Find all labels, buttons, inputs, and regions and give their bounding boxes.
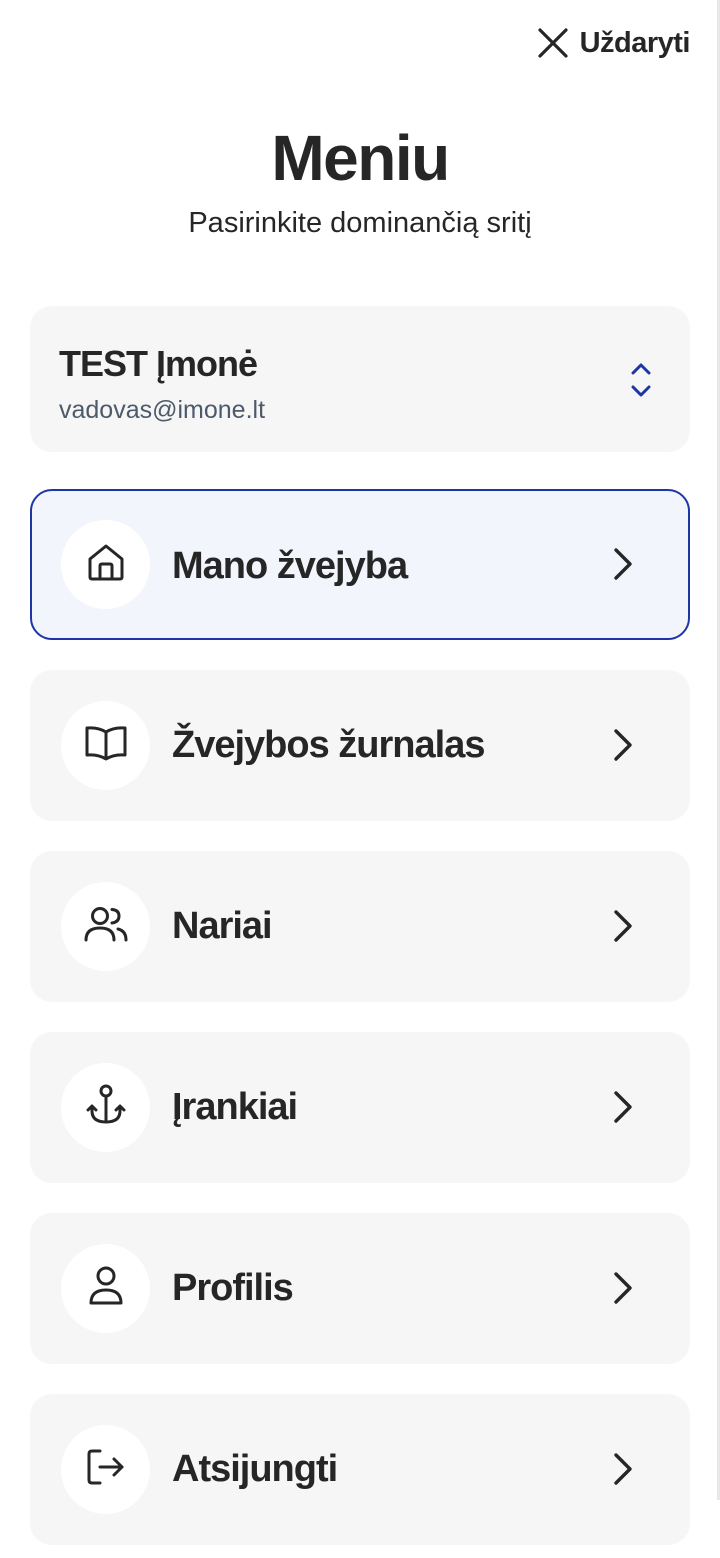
user-icon — [86, 1264, 126, 1313]
close-label: Uždaryti — [579, 26, 691, 59]
menu-item-zvejybos-zurnalas[interactable]: Žvejybos žurnalas — [30, 670, 690, 821]
home-icon — [84, 540, 128, 589]
menu-item-label: Mano žvejyba — [172, 545, 408, 587]
menu-item-mano-zvejyba[interactable]: Mano žvejyba — [30, 489, 690, 640]
chevron-right-icon — [612, 908, 634, 949]
company-selector[interactable]: TEST Įmonė vadovas@imone.lt — [30, 306, 690, 452]
logout-icon — [84, 1445, 128, 1494]
users-icon — [82, 902, 130, 951]
menu-item-label: Nariai — [172, 905, 273, 947]
page-title: Meniu — [271, 122, 450, 194]
chevron-right-icon — [612, 1270, 634, 1311]
menu-item-label: Atsijungti — [172, 1448, 338, 1490]
icon-circle — [61, 520, 150, 609]
menu-item-profilis[interactable]: Profilis — [30, 1213, 690, 1364]
book-icon — [83, 721, 129, 770]
menu-item-label: Įrankiai — [172, 1086, 298, 1128]
icon-circle — [61, 1063, 150, 1152]
chevron-right-icon — [612, 1089, 634, 1130]
menu-item-label: Profilis — [172, 1267, 294, 1309]
menu-item-label: Žvejybos žurnalas — [172, 724, 485, 766]
chevron-up-down-icon — [630, 360, 652, 405]
menu-item-irankiai[interactable]: Įrankiai — [30, 1032, 690, 1183]
icon-circle — [61, 701, 150, 790]
page-subtitle: Pasirinkite dominančią sritį — [188, 207, 532, 239]
chevron-right-icon — [612, 727, 634, 768]
menu-item-atsijungti[interactable]: Atsijungti — [30, 1394, 690, 1545]
icon-circle — [61, 882, 150, 971]
company-name: TEST Įmonė — [59, 343, 258, 384]
icon-circle — [61, 1244, 150, 1333]
close-icon — [536, 26, 570, 60]
icon-circle — [61, 1425, 150, 1514]
menu-item-nariai[interactable]: Nariai — [30, 851, 690, 1002]
chevron-right-icon — [612, 1451, 634, 1492]
close-button[interactable]: Uždaryti — [536, 26, 691, 60]
chevron-right-icon — [612, 546, 634, 587]
company-email: vadovas@imone.lt — [59, 396, 266, 424]
anchor-icon — [86, 1083, 126, 1132]
